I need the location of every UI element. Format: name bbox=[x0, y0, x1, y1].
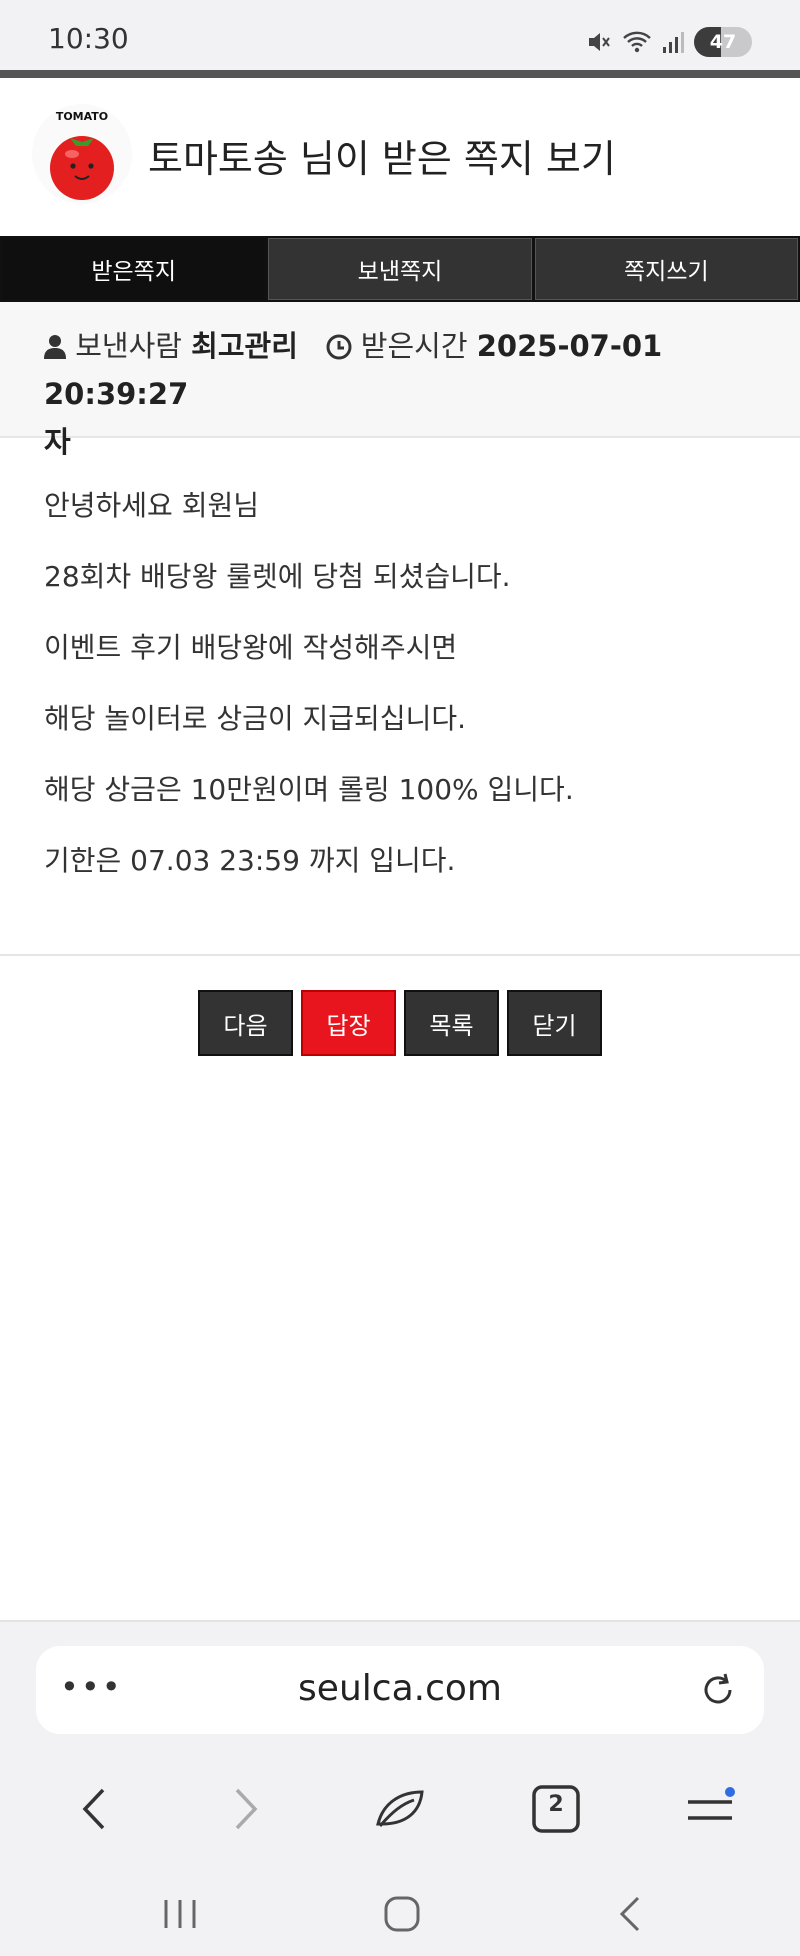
message-tabs: 받은쪽지 보낸쪽지 쪽지쓰기 bbox=[0, 236, 800, 302]
top-divider bbox=[0, 70, 800, 78]
message-line: 기한은 07.03 23:59 까지 입니다. bbox=[44, 844, 456, 877]
home-leaf-icon[interactable] bbox=[370, 1782, 430, 1836]
user-icon bbox=[44, 335, 66, 359]
mute-icon bbox=[589, 33, 610, 51]
menu-icon[interactable] bbox=[680, 1782, 740, 1836]
message-body: 안녕하세요 회원님 28회차 배당왕 룰렛에 당첨 되셨습니다. 이벤트 후기 … bbox=[44, 476, 756, 902]
tab-sent[interactable]: 보낸쪽지 bbox=[268, 238, 532, 300]
list-button[interactable]: 목록 bbox=[404, 990, 499, 1056]
message-line: 이벤트 후기 배당왕에 작성해주시면 bbox=[44, 631, 458, 664]
home-icon[interactable] bbox=[382, 1894, 422, 1938]
received-suffix: 자 bbox=[44, 425, 71, 459]
address-bar[interactable]: ••• seulca.com bbox=[36, 1646, 764, 1734]
tab-compose[interactable]: 쪽지쓰기 bbox=[534, 238, 798, 300]
close-button[interactable]: 닫기 bbox=[507, 990, 602, 1056]
system-back-icon[interactable] bbox=[610, 1894, 650, 1938]
browser-toolbar: ••• seulca.com 2 bbox=[0, 1620, 800, 1956]
next-button[interactable]: 다음 bbox=[198, 990, 293, 1056]
reply-button[interactable]: 답장 bbox=[301, 990, 396, 1056]
sender-label: 보낸사람 bbox=[75, 329, 182, 363]
message-line: 28회차 배당왕 룰렛에 당첨 되셨습니다. bbox=[44, 560, 511, 593]
signal-icon bbox=[663, 32, 684, 53]
url-text[interactable]: seulca.com bbox=[36, 1668, 764, 1709]
status-bar: 10:30 47 bbox=[0, 0, 800, 70]
status-icons: 47 bbox=[586, 26, 752, 58]
recent-apps-icon[interactable] bbox=[160, 1894, 200, 1938]
tabs-count-button[interactable]: 2 bbox=[526, 1782, 586, 1836]
browser-nav: 2 bbox=[0, 1762, 800, 1852]
reload-icon[interactable] bbox=[698, 1670, 738, 1714]
sender-name: 최고관리 bbox=[191, 329, 298, 363]
clock-icon bbox=[326, 334, 352, 360]
system-nav bbox=[0, 1882, 800, 1956]
message-meta: 보낸사람 최고관리 받은시간 2025-07-01 20:39:27 자 bbox=[0, 302, 800, 459]
wifi-icon bbox=[623, 31, 651, 53]
battery-indicator: 47 bbox=[694, 27, 752, 57]
tab-inbox[interactable]: 받은쪽지 bbox=[2, 238, 266, 300]
tab-count: 2 bbox=[548, 1792, 564, 1817]
forward-icon[interactable] bbox=[216, 1782, 276, 1836]
content-divider bbox=[0, 954, 800, 956]
tomato-logo: TOMATO bbox=[30, 102, 134, 206]
message-line: 안녕하세요 회원님 bbox=[44, 489, 259, 522]
page-title: 토마토송 님이 받은 쪽지 보기 bbox=[148, 137, 616, 181]
page-header: TOMATO 토마토송 님이 받은 쪽지 보기 bbox=[0, 78, 800, 236]
received-label: 받은시간 bbox=[360, 329, 468, 363]
action-buttons: 다음 답장 목록 닫기 bbox=[0, 990, 800, 1056]
message-line: 해당 상금은 10만원이며 롤링 100% 입니다. bbox=[44, 773, 574, 806]
back-icon[interactable] bbox=[64, 1782, 124, 1836]
svg-text:TOMATO: TOMATO bbox=[56, 110, 108, 123]
message-line: 해당 놀이터로 상금이 지급되십니다. bbox=[44, 702, 467, 735]
battery-level: 47 bbox=[709, 31, 737, 53]
status-time: 10:30 bbox=[48, 22, 129, 55]
